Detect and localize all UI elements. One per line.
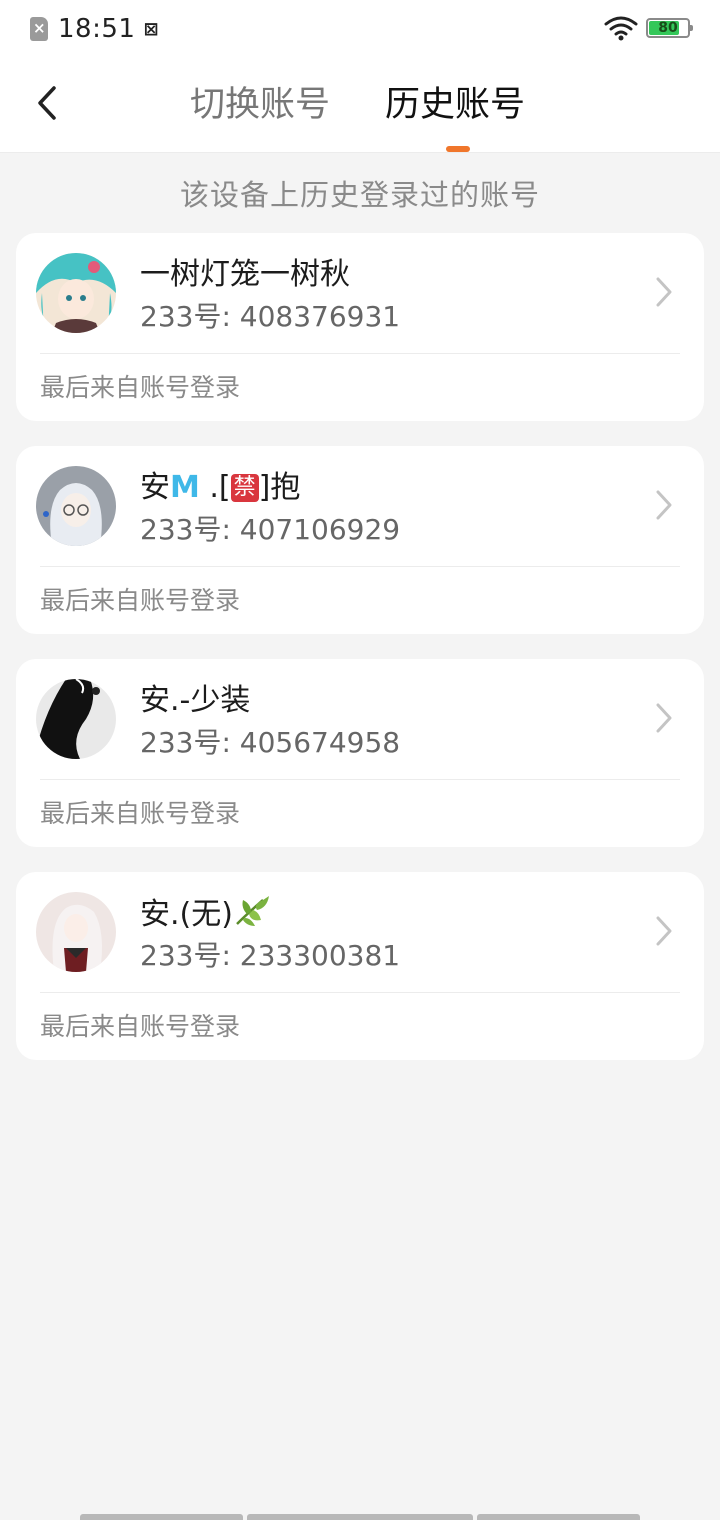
account-card[interactable]: 一树灯笼一树秋 233号: 408376931 最后来自账号登录 (16, 233, 704, 421)
login-source: 最后来自账号登录 (40, 1012, 241, 1041)
account-name: 一树灯笼一树秋 (140, 257, 350, 292)
nav-gesture-bar[interactable] (477, 1514, 640, 1520)
chevron-right-icon (656, 277, 672, 307)
avatar (36, 466, 116, 546)
account-name: 安.(无) (140, 894, 271, 935)
no-sim-icon (30, 17, 48, 41)
status-time: 18:51 (58, 14, 136, 44)
account-name-suffix: ]抱 (258, 470, 301, 505)
account-uid: 233号: 233300381 (140, 939, 401, 972)
status-bar-left: 18:51 ⊠ (30, 14, 159, 44)
divider (40, 353, 680, 354)
battery-icon: 80 (646, 18, 693, 38)
back-button[interactable] (22, 78, 72, 128)
account-card[interactable]: 安.-少装 233号: 405674958 最后来自账号登录 (16, 659, 704, 847)
divider (40, 779, 680, 780)
avatar (36, 253, 116, 333)
nav-gesture-bar[interactable] (80, 1514, 243, 1520)
herb-leaf-icon (236, 896, 269, 926)
chevron-left-icon (38, 86, 56, 120)
account-card[interactable]: 安.(无) 233号: 233300381 最后来自账号登录 (16, 872, 704, 1060)
page-subtitle: 该设备上历史登录过的账号 (179, 178, 540, 212)
account-name: 安M .[禁]抱 (140, 468, 300, 508)
avatar (36, 892, 116, 972)
status-bar: 18:51 ⊠ 80 (0, 0, 720, 60)
status-bar-right: 80 (604, 12, 693, 44)
login-source: 最后来自账号登录 (40, 586, 241, 615)
account-name-mid: .[ (199, 470, 231, 505)
account-name: 安.-少装 (140, 683, 251, 718)
account-uid: 233号: 408376931 (140, 300, 401, 333)
account-card[interactable]: 安M .[禁]抱 233号: 407106929 最后来自账号登录 (16, 446, 704, 634)
account-uid: 233号: 407106929 (140, 513, 401, 546)
battery-level: 80 (658, 20, 678, 36)
wifi-icon (604, 16, 638, 41)
avatar (36, 679, 116, 759)
account-uid: 233号: 405674958 (140, 726, 401, 759)
login-source: 最后来自账号登录 (40, 799, 241, 828)
tab-history-account[interactable]: 历史账号 (385, 80, 525, 130)
login-source: 最后来自账号登录 (40, 373, 241, 402)
nav-gesture-bar[interactable] (247, 1514, 473, 1520)
chevron-right-icon (656, 916, 672, 946)
m-emoji-icon: M (170, 470, 200, 505)
screenshot-icon: ⊠ (143, 18, 159, 40)
account-name-text: 安.(无) (140, 897, 233, 932)
account-name-prefix: 安 (140, 470, 170, 505)
chevron-right-icon (656, 703, 672, 733)
forbidden-emoji-icon: 禁 (230, 474, 259, 502)
divider (40, 566, 680, 567)
nav-bar: 切换账号 历史账号 (0, 60, 720, 153)
chevron-right-icon (656, 490, 672, 520)
tab-switch-account[interactable]: 切换账号 (190, 80, 330, 130)
divider (40, 992, 680, 993)
tab-active-indicator (446, 146, 470, 152)
